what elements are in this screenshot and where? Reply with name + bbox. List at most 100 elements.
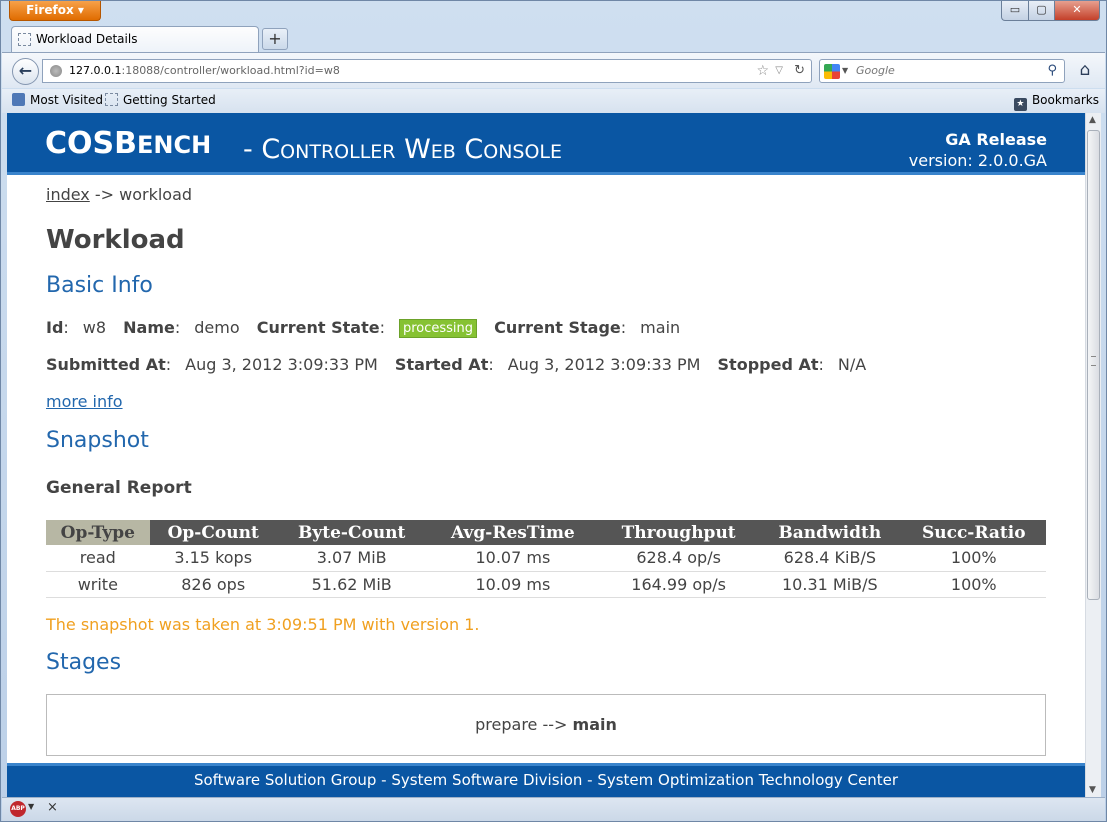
scroll-up-icon[interactable]: ▲ — [1089, 115, 1096, 125]
stages-box: prepare --> main — [46, 694, 1046, 756]
scroll-down-icon[interactable]: ▼ — [1089, 785, 1096, 795]
close-icon[interactable]: × — [47, 800, 58, 815]
reload-icon[interactable]: ↻ — [794, 60, 805, 82]
search-input[interactable]: ▼ Google ⚲ — [819, 59, 1065, 83]
more-info-link[interactable]: more info — [46, 392, 123, 411]
url-dropdown-icon[interactable]: ▽ — [775, 60, 783, 82]
col-header-byte-count: Byte-Count — [276, 520, 427, 545]
stage-main: main — [572, 715, 617, 734]
name-value: demo — [194, 318, 240, 337]
vertical-scrollbar[interactable]: ▲ ▼ — [1085, 113, 1101, 797]
logo-cos: COS — [45, 126, 115, 161]
status-bar: ABP ▼ × — [2, 797, 1105, 821]
page-footer: Software Solution Group - System Softwar… — [7, 763, 1085, 797]
info-row-1: Id: w8 Name: demo Current State: processing… — [46, 318, 681, 338]
col-header-bandwidth: Bandwidth — [758, 520, 902, 545]
table-cell: read — [46, 545, 150, 572]
col-header-op-count: Op-Count — [149, 520, 277, 545]
breadcrumb: index -> workload — [46, 185, 192, 204]
bookmark-label: Getting Started — [123, 93, 216, 107]
back-button[interactable]: ← — [12, 58, 39, 85]
table-cell: 100% — [901, 545, 1046, 572]
most-visited-icon — [12, 93, 25, 106]
table-cell: 3.15 kops — [149, 545, 277, 572]
url-host: 127.0.0.1 — [69, 64, 122, 77]
stages-heading: Stages — [46, 650, 122, 675]
id-value: w8 — [82, 318, 107, 337]
breadcrumb-index-link[interactable]: index — [46, 185, 90, 204]
table-cell: 164.99 op/s — [599, 571, 759, 598]
browser-tab[interactable]: Workload Details — [11, 26, 259, 52]
home-icon[interactable]: ⌂ — [1074, 59, 1096, 83]
table-cell: 10.07 ms — [426, 545, 600, 572]
search-placeholder: Google — [856, 64, 895, 77]
globe-icon — [50, 65, 62, 77]
url-bar[interactable]: 127.0.0.1:18088/controller/workload.html… — [42, 59, 812, 83]
page-icon — [18, 33, 31, 46]
table-cell: 10.31 MiB/S — [758, 571, 902, 598]
current-stage-value: main — [640, 318, 681, 337]
navigation-toolbar: ← 127.0.0.1:18088/controller/workload.ht… — [2, 52, 1105, 88]
page-viewport: COSBENCH - Controller Web Console GA Rel… — [7, 113, 1085, 797]
name-label: Name — [123, 318, 175, 337]
table-cell: 100% — [901, 571, 1046, 598]
firefox-menu-label: Firefox — [26, 3, 74, 17]
adblock-icon[interactable]: ABP — [10, 801, 26, 817]
google-icon[interactable] — [824, 64, 840, 79]
version-label: version: 2.0.0.GA — [908, 151, 1047, 170]
stage-arrow: --> — [537, 715, 573, 734]
table-cell: 826 ops — [149, 571, 277, 598]
current-state-label: Current State — [256, 318, 380, 337]
bookmark-getting-started[interactable]: Getting Started — [105, 89, 216, 111]
table-cell: 3.07 MiB — [276, 545, 427, 572]
firefox-menu-button[interactable]: Firefox ▾ — [9, 1, 101, 21]
close-window-button[interactable]: ✕ — [1054, 1, 1100, 21]
page-icon — [105, 93, 118, 106]
maximize-button[interactable]: ▢ — [1028, 1, 1055, 21]
general-report-table: Op-Type Op-Count Byte-Count Avg-ResTime … — [46, 520, 1046, 598]
general-report-heading: General Report — [46, 478, 192, 498]
release-info: GA Release version: 2.0.0.GA — [909, 129, 1047, 171]
table-header-row: Op-Type Op-Count Byte-Count Avg-ResTime … — [46, 520, 1046, 545]
submitted-at-label: Submitted At — [46, 355, 166, 374]
table-row: read 3.15 kops 3.07 MiB 10.07 ms 628.4 o… — [46, 545, 1046, 572]
stopped-at-label: Stopped At — [717, 355, 819, 374]
url-path: :18088/controller/workload.html?id=w8 — [121, 64, 340, 77]
stopped-at-value: N/A — [837, 355, 867, 374]
bookmark-most-visited[interactable]: Most Visited — [12, 89, 103, 111]
snapshot-note: The snapshot was taken at 3:09:51 PM wit… — [46, 615, 480, 634]
console-subtitle: - Controller Web Console — [243, 134, 563, 165]
scrollbar-grip — [1091, 356, 1096, 366]
breadcrumb-separator: -> — [89, 185, 120, 204]
logo-ench: ENCH — [137, 131, 212, 159]
col-header-throughput: Throughput — [599, 520, 759, 545]
tab-title: Workload Details — [36, 32, 138, 46]
table-row: write 826 ops 51.62 MiB 10.09 ms 164.99 … — [46, 571, 1046, 598]
page-header: COSBENCH - Controller Web Console GA Rel… — [7, 113, 1085, 175]
scrollbar-thumb[interactable] — [1087, 130, 1100, 600]
minimize-button[interactable]: ▭ — [1001, 1, 1029, 21]
status-badge: processing — [398, 319, 478, 338]
back-arrow-icon: ← — [18, 61, 33, 80]
bookmarks-menu[interactable]: ★ Bookmarks — [1013, 89, 1099, 111]
breadcrumb-current: workload — [119, 185, 193, 204]
search-engine-dropdown-icon[interactable]: ▼ — [842, 60, 848, 82]
started-at-value: Aug 3, 2012 3:09:33 PM — [507, 355, 701, 374]
bookmark-label: Bookmarks — [1031, 93, 1099, 107]
current-stage-label: Current Stage — [494, 318, 621, 337]
adblock-dropdown-icon[interactable]: ▼ — [28, 802, 34, 811]
browser-window: Firefox ▾ ▭ ▢ ✕ Workload Details + ← 127… — [0, 0, 1107, 822]
bookmark-label: Most Visited — [30, 93, 104, 107]
bookmarks-star-icon: ★ — [1013, 98, 1027, 111]
stage-prepare: prepare — [475, 715, 538, 734]
col-header-avg-restime: Avg-ResTime — [426, 520, 600, 545]
table-cell: 628.4 KiB/S — [758, 545, 902, 572]
logo-b: B — [114, 126, 138, 161]
snapshot-heading: Snapshot — [46, 428, 149, 453]
page-title: Workload — [46, 225, 185, 255]
bookmarks-toolbar: Most Visited Getting Started ★ Bookmarks — [2, 89, 1105, 113]
basic-info-heading: Basic Info — [46, 273, 153, 298]
search-icon[interactable]: ⚲ — [1047, 60, 1057, 82]
bookmark-star-icon[interactable]: ☆ — [756, 60, 769, 82]
new-tab-button[interactable]: + — [262, 28, 288, 50]
